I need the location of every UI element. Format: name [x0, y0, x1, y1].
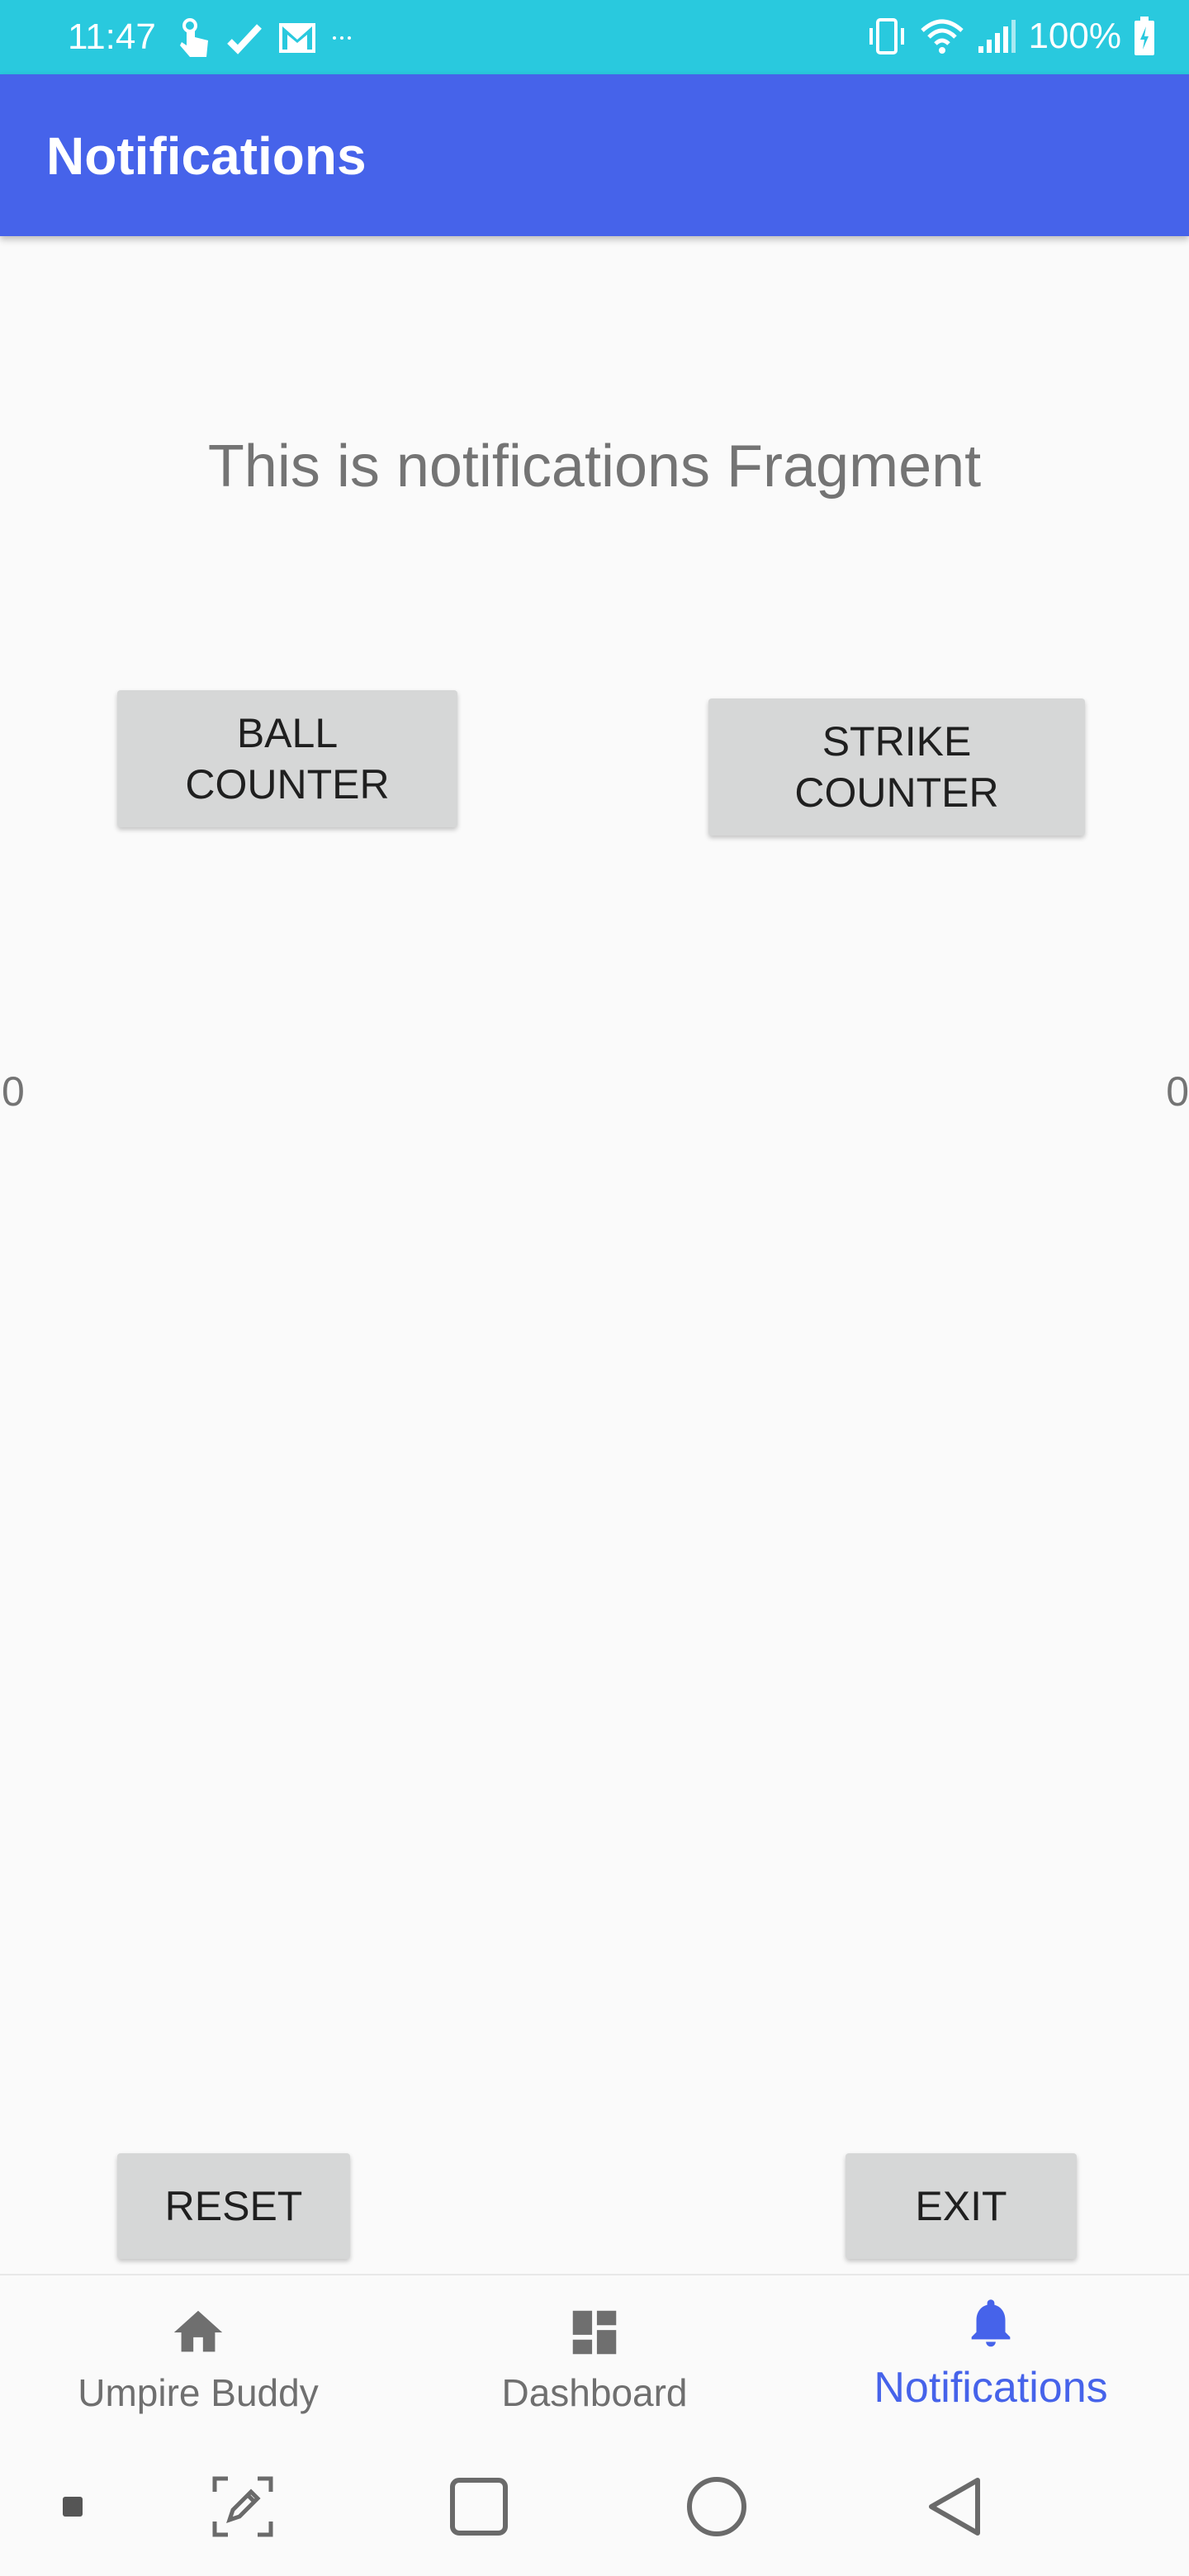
strike-count: 0	[1166, 1068, 1189, 1115]
ball-count: 0	[2, 1068, 25, 1115]
strike-counter-button[interactable]: STRIKE COUNTER	[708, 698, 1085, 836]
bell-icon	[971, 2299, 1011, 2347]
screen: 11:47 100% Notifications This is notific…	[0, 0, 1189, 2576]
check-icon	[227, 24, 262, 54]
dashboard-icon	[572, 2310, 617, 2355]
system-status-icons: 100%	[866, 13, 1156, 59]
dot-icon[interactable]	[63, 2497, 83, 2517]
exit-button[interactable]: EXIT	[846, 2153, 1077, 2259]
fragment-text: This is notifications Fragment	[207, 433, 982, 500]
bottom-navigation: Umpire Buddy Dashboard Notifications	[0, 2274, 1189, 2455]
home-icon	[173, 2310, 223, 2352]
strike-counter-label-line1: STRIKE	[822, 718, 972, 765]
more-dots-icon	[333, 36, 351, 40]
home-circle-icon[interactable]	[685, 2475, 748, 2538]
page-title: Notifications	[46, 126, 367, 186]
battery-icon	[1135, 17, 1154, 55]
nav-item-notifications[interactable]: Notifications	[793, 2275, 1189, 2457]
system-navigation-bar	[0, 2455, 1189, 2576]
screenshot-edit-icon[interactable]	[211, 2475, 274, 2538]
wifi-icon	[921, 19, 964, 54]
touch-icon	[180, 18, 208, 57]
gmail-icon	[279, 23, 315, 53]
reset-button[interactable]: RESET	[117, 2153, 350, 2259]
nav-label-dashboard: Dashboard	[501, 2371, 688, 2414]
strike-counter-label-line2: COUNTER	[794, 769, 999, 816]
nav-label-notifications: Notifications	[874, 2364, 1108, 2412]
app-bar: Notifications	[0, 74, 1189, 236]
status-bar: 11:47 100%	[0, 0, 1189, 74]
nav-item-umpire-buddy[interactable]: Umpire Buddy	[0, 2275, 396, 2457]
recents-icon[interactable]	[449, 2477, 509, 2536]
vibrate-icon	[869, 18, 905, 54]
nav-label-umpire-buddy: Umpire Buddy	[78, 2371, 319, 2414]
back-icon[interactable]	[926, 2475, 984, 2538]
status-time: 11:47	[68, 17, 156, 57]
signal-icon	[978, 20, 1016, 53]
ball-counter-button[interactable]: BALL COUNTER	[117, 690, 457, 827]
ball-counter-label-line1: BALL	[236, 710, 339, 756]
nav-item-dashboard[interactable]: Dashboard	[396, 2275, 793, 2457]
ball-counter-label-line2: COUNTER	[185, 761, 390, 807]
notification-icons	[175, 15, 352, 61]
battery-percent: 100%	[1028, 16, 1121, 56]
